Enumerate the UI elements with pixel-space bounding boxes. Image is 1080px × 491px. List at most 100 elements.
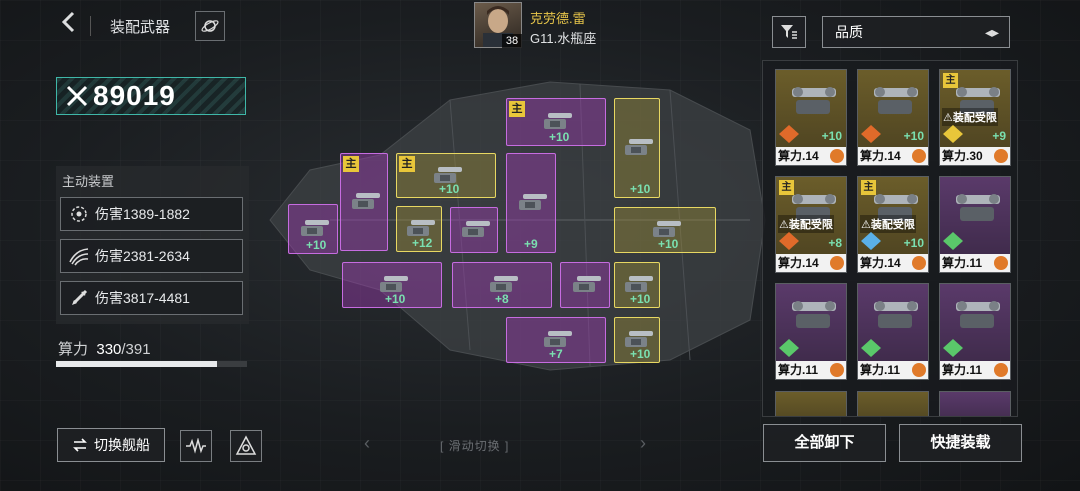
card-power-cost: 算力.11 [858, 361, 928, 379]
ship-slot[interactable]: +8 [452, 262, 552, 308]
lightning-element-icon [943, 125, 963, 143]
gear-icon [830, 256, 844, 270]
equip-restricted-label: ⚠装配受限 [778, 215, 834, 233]
header-divider [90, 16, 91, 36]
nature-element-icon [861, 339, 881, 357]
claw-icon [67, 244, 91, 268]
filter-button[interactable] [772, 16, 806, 48]
inventory-card[interactable]: 算力.11 [775, 283, 847, 380]
slide-hint: [ 滑动切换 ] [440, 439, 510, 453]
slide-right-arrow[interactable]: › [640, 433, 646, 454]
inventory-card[interactable]: 算力.11 [857, 283, 929, 380]
target-icon [67, 202, 91, 226]
active-devices-title: 主动装置 [62, 174, 115, 189]
slot-level: +7 [549, 347, 563, 361]
inventory-card-partial[interactable] [775, 391, 847, 416]
gear-icon [830, 363, 844, 377]
ship-slot[interactable]: +10 [614, 262, 660, 308]
main-weapon-tag: 主 [509, 101, 525, 117]
inventory-card[interactable]: 主 ⚠装配受限 +8 算力.14 [775, 176, 847, 273]
inventory-card[interactable]: 算力.11 [939, 283, 1011, 380]
weapon-art-icon [956, 194, 1000, 221]
slot-level: +8 [495, 292, 509, 306]
ship-slot[interactable]: 主 [340, 153, 388, 251]
commander-ship: G11.水瓶座 [530, 31, 597, 46]
weapon-art-icon [792, 87, 836, 114]
skill-row-3[interactable]: 伤害3817-4481 [60, 281, 243, 315]
inventory-card[interactable]: 算力.11 [939, 176, 1011, 273]
card-level: +10 [903, 129, 924, 143]
wave-icon [186, 438, 206, 454]
ship-slot[interactable] [560, 262, 610, 308]
slot-level: +10 [439, 182, 460, 196]
ship-slot[interactable]: +10 [614, 317, 660, 363]
turret-icon [462, 221, 490, 237]
turret-icon [573, 276, 601, 292]
switch-ship-label: 切换舰船 [94, 437, 150, 453]
wave-button[interactable] [180, 430, 212, 462]
main-weapon-tag: 主 [399, 156, 415, 172]
page-title: 装配武器 [110, 19, 171, 36]
ship-slot[interactable]: 主 +10 [396, 153, 496, 198]
card-power-cost: 算力.14 [858, 254, 928, 272]
sort-arrows-icon: ◂▸ [984, 24, 999, 40]
card-power-cost: 算力.11 [940, 254, 1010, 272]
gear-icon [912, 149, 926, 163]
fire-element-icon [861, 125, 881, 143]
gear-icon [994, 149, 1008, 163]
ship-slot[interactable]: 主 +10 [506, 98, 606, 146]
weapon-art-icon [956, 301, 1000, 328]
slot-level: +10 [385, 292, 406, 306]
slot-level: +9 [524, 237, 538, 251]
unequip-all-label: 全部卸下 [794, 434, 855, 451]
ship-slot[interactable]: +10 [614, 98, 660, 198]
inventory-card[interactable]: 主 ⚠装配受限 +10 算力.14 [857, 176, 929, 273]
ship-slot[interactable]: +7 [506, 317, 606, 363]
quick-equip-button[interactable]: 快捷装载 [899, 424, 1022, 462]
slot-level: +10 [630, 182, 651, 196]
card-power-cost: 算力.14 [858, 147, 928, 165]
inventory-card[interactable]: +10 算力.14 [857, 69, 929, 166]
planet-button[interactable] [195, 11, 225, 41]
ship-slot[interactable]: +10 [288, 204, 338, 254]
capacity-label: 算力 330/391 [58, 338, 151, 359]
sort-select[interactable]: 品质 ◂▸ [822, 16, 1010, 48]
switch-ship-button[interactable]: 切换舰船 [57, 428, 165, 462]
skill-label: 伤害3817-4481 [95, 290, 190, 306]
turret-icon [519, 194, 547, 210]
ship-slot[interactable] [450, 207, 498, 253]
skill-row-1[interactable]: 伤害1389-1882 [60, 197, 243, 231]
ship-slot[interactable]: +9 [506, 153, 556, 253]
fire-element-icon [779, 232, 799, 250]
turret-icon [352, 193, 380, 209]
inventory-card[interactable]: +10 算力.14 [775, 69, 847, 166]
ship-slot[interactable]: +10 [614, 207, 716, 253]
capacity-max: /391 [121, 341, 151, 358]
main-weapon-tag: 主 [779, 180, 794, 195]
nature-element-icon [779, 339, 799, 357]
inventory-card-partial[interactable] [939, 391, 1011, 416]
fire-element-icon [779, 125, 799, 143]
card-power-cost: 算力.14 [776, 254, 846, 272]
ship-slot[interactable]: +12 [396, 206, 442, 252]
slide-hint-text: 滑动切换 [448, 439, 501, 453]
filter-icon [781, 25, 797, 39]
back-button[interactable] [58, 10, 82, 38]
card-level: +10 [903, 236, 924, 250]
main-weapon-tag: 主 [861, 180, 876, 195]
inventory-card-partial[interactable] [857, 391, 929, 416]
slide-left-arrow[interactable]: ‹ [364, 433, 370, 454]
nature-element-icon [943, 232, 963, 250]
missile-icon [67, 286, 91, 310]
combat-power-value: 89019 [93, 80, 176, 111]
inventory-card[interactable]: 主 ⚠装配受限 +9 算力.30 [939, 69, 1011, 166]
combat-power-box: 89019 [56, 77, 246, 115]
skill-row-2[interactable]: 伤害2381-2634 [60, 239, 243, 273]
skill-label: 伤害2381-2634 [95, 248, 190, 264]
gear-icon [994, 363, 1008, 377]
unequip-all-button[interactable]: 全部卸下 [763, 424, 886, 462]
card-power-cost: 算力.14 [776, 147, 846, 165]
emblem-button[interactable] [230, 430, 262, 462]
turret-icon [301, 220, 329, 236]
ship-slot[interactable]: +10 [342, 262, 442, 308]
